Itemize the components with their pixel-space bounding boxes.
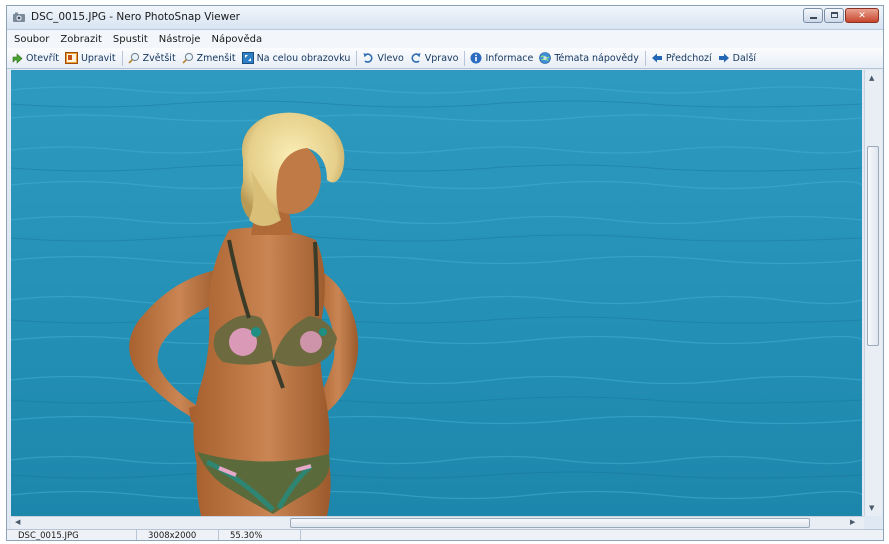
zoom-out-button[interactable]: Zmenšit [182,52,236,64]
help-globe-icon [539,52,552,64]
maximize-icon [831,12,838,18]
previous-button[interactable]: Předchozí [651,52,712,64]
photo-image [11,70,862,516]
info-button[interactable]: Informace [470,52,533,64]
minimize-button[interactable] [803,8,823,23]
menu-file[interactable]: Soubor [13,33,50,46]
help-topics-label: Témata nápovědy [554,52,639,64]
window-title: DSC_0015.JPG - Nero PhotoSnap Viewer [31,11,240,23]
info-icon [470,52,482,64]
edit-label: Upravit [80,52,116,64]
fullscreen-label: Na celou obrazovku [256,52,351,64]
horizontal-scrollbar[interactable]: ◀ ▶ [11,516,864,529]
magnifier-minus-icon [182,52,193,64]
status-bar: DSC_0015.JPG 3008x2000 55.30% [7,529,883,540]
app-window: DSC_0015.JPG - Nero PhotoSnap Viewer ✕ S… [6,5,884,541]
rotate-right-label: Vpravo [424,52,459,64]
toolbar-separator [464,50,466,66]
close-button[interactable]: ✕ [845,8,879,23]
menu-view[interactable]: Zobrazit [59,33,103,46]
previous-label: Předchozí [665,52,712,64]
help-topics-button[interactable]: Témata nápovědy [539,52,639,64]
minimize-icon [810,17,817,19]
status-zoom: 55.30% [227,530,301,540]
status-dimensions: 3008x2000 [145,530,219,540]
open-arrow-icon [12,53,23,64]
next-label: Další [732,52,757,64]
menu-tools[interactable]: Nástroje [158,33,202,46]
close-icon: ✕ [858,10,866,21]
scroll-up-icon[interactable]: ▲ [869,74,874,82]
image-viewport[interactable] [11,70,862,516]
rotate-left-label: Vlevo [377,52,404,64]
maximize-button[interactable] [824,8,844,23]
toolbar-separator [121,50,123,66]
status-filename: DSC_0015.JPG [15,530,137,540]
arrow-left-icon [651,53,662,63]
zoom-in-button[interactable]: Zvětšit [128,52,176,64]
toolbar-separator [356,50,358,66]
fullscreen-button[interactable]: Na celou obrazovku [241,52,351,64]
magnifier-plus-icon [128,52,139,64]
zoom-in-label: Zvětšit [142,52,176,64]
info-label: Informace [485,52,534,64]
scroll-right-icon[interactable]: ▶ [850,518,855,526]
rotate-left-icon [363,53,373,63]
arrow-right-icon [718,53,729,63]
vertical-scrollbar[interactable]: ▲ ▼ [864,70,882,516]
rotate-right-button[interactable]: Vpravo [410,52,459,64]
vertical-scroll-thumb[interactable] [867,146,879,346]
toolbar: Otevřít Upravit Zvětšit Zmenšit Na celou… [7,48,883,69]
toolbar-separator [644,50,646,66]
scroll-left-icon[interactable]: ◀ [15,518,20,526]
horizontal-scroll-thumb[interactable] [290,518,810,528]
rotate-left-button[interactable]: Vlevo [362,52,404,64]
menu-bar: Soubor Zobrazit Spustit Nástroje Nápověd… [7,30,883,48]
zoom-out-label: Zmenšit [196,52,236,64]
fullscreen-icon [241,52,254,64]
app-logo-icon [13,12,25,22]
rotate-right-icon [411,53,421,63]
edit-icon [64,52,78,64]
next-button[interactable]: Další [718,52,756,64]
menu-run[interactable]: Spustit [112,33,149,46]
scroll-down-icon[interactable]: ▼ [869,504,874,512]
open-label: Otevřít [26,52,59,64]
edit-button[interactable]: Upravit [64,52,116,64]
open-button[interactable]: Otevřít [11,52,59,64]
title-bar[interactable]: DSC_0015.JPG - Nero PhotoSnap Viewer ✕ [7,6,883,30]
menu-help[interactable]: Nápověda [210,33,263,46]
